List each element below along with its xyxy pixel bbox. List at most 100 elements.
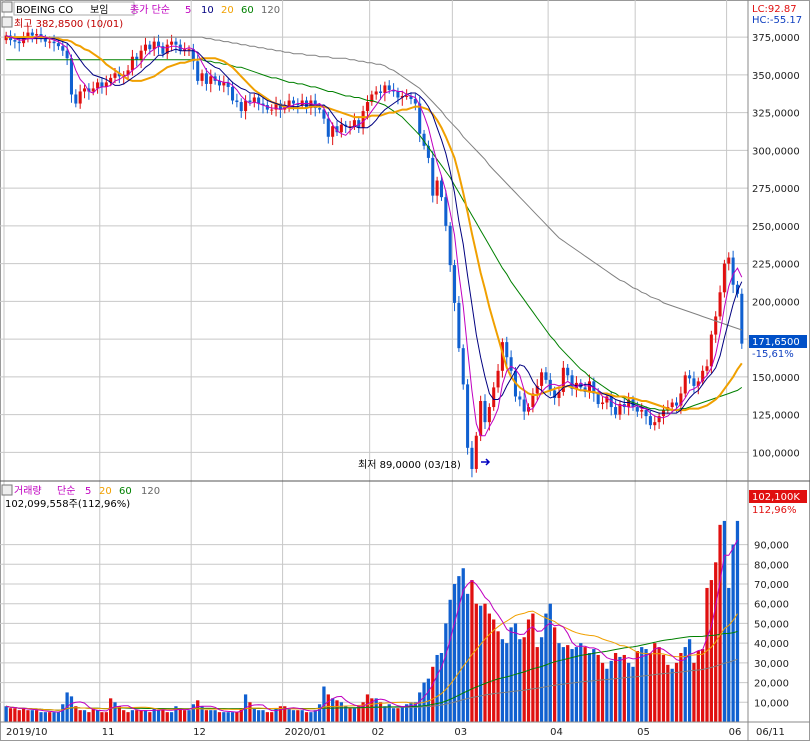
volume-bar <box>122 710 126 722</box>
candle-body <box>30 32 34 36</box>
volume-bar <box>21 708 26 722</box>
candle-body <box>143 44 147 51</box>
volume-bar <box>687 639 692 722</box>
volume-bar <box>317 704 322 722</box>
volume-ma-120: 120 <box>141 486 160 497</box>
volume-bar <box>113 702 117 722</box>
candle-body <box>509 357 513 371</box>
volume-bar <box>261 710 265 722</box>
volume-bar <box>52 712 56 722</box>
volume-bar <box>61 704 65 722</box>
candle-body <box>157 41 161 47</box>
candle-body <box>688 375 692 379</box>
volume-bar <box>479 605 483 722</box>
volume-bar <box>435 654 439 722</box>
volume-bar <box>692 662 696 722</box>
candle-body <box>635 407 639 412</box>
price-y-tick: 350,0000 <box>752 71 800 82</box>
volume-ma-60: 60 <box>119 486 132 497</box>
volume-bar <box>4 706 8 722</box>
volume-bar <box>378 702 383 722</box>
candle-body <box>252 97 256 103</box>
x-tick-label: 02 <box>372 727 385 738</box>
x-tick-label: 06 <box>729 727 742 738</box>
volume-bar <box>270 712 274 722</box>
candle-body <box>244 100 248 112</box>
ma-legend-60: 60 <box>241 5 254 16</box>
volume-bar <box>165 712 169 722</box>
candle-body <box>248 100 252 103</box>
volume-bar <box>17 710 21 722</box>
price-y-tick: 225,0000 <box>752 260 800 271</box>
x-tick-label: 05 <box>637 727 650 738</box>
volume-bar <box>496 631 500 722</box>
candle-body <box>74 94 78 104</box>
volume-bar <box>618 656 622 722</box>
volume-ma-20: 20 <box>99 486 112 497</box>
candle-body <box>448 225 452 266</box>
candle-body <box>52 41 56 44</box>
volume-bar <box>609 660 613 722</box>
volume-bar <box>130 710 135 722</box>
candle-body <box>17 41 21 44</box>
volume-bar <box>139 710 143 722</box>
volume-bar <box>613 653 618 722</box>
volume-bar <box>226 712 230 722</box>
price-y-tick: 275,0000 <box>752 184 800 195</box>
volume-bar <box>505 643 509 722</box>
candle-body <box>361 111 365 128</box>
volume-bar <box>431 666 435 722</box>
volume-bar <box>735 520 740 722</box>
candle-body <box>352 120 356 127</box>
volume-bar <box>30 710 34 722</box>
volume-bar <box>474 603 478 722</box>
ma-legend-120: 120 <box>261 5 280 16</box>
volume-bar <box>91 708 95 722</box>
volume-bar <box>296 710 300 722</box>
view-label[interactable]: 보임 <box>90 3 108 16</box>
volume-bar <box>653 643 657 722</box>
candle-body <box>300 100 304 106</box>
volume-bar <box>500 639 505 722</box>
volume-bar <box>191 704 195 722</box>
volume-bar <box>531 613 535 722</box>
volume-bar <box>43 712 47 722</box>
symbol-select-label[interactable]: BOEING CO <box>16 5 73 16</box>
hc-indicator: HC:-55.17 <box>752 15 802 26</box>
volume-bar <box>300 710 304 722</box>
volume-bar <box>109 698 113 722</box>
candle-body <box>714 316 718 335</box>
candle-body <box>466 384 470 448</box>
candle-body <box>91 88 95 92</box>
volume-bar <box>39 712 43 722</box>
candle-body <box>648 416 652 426</box>
volume-bar <box>492 619 496 722</box>
candle-body <box>374 91 378 95</box>
menu-square-icon-2[interactable] <box>1 16 13 28</box>
volume-y-tick: 40,000 <box>754 639 789 650</box>
candle-body <box>231 86 235 101</box>
volume-bar <box>291 710 296 722</box>
volume-bar <box>657 647 661 722</box>
candle-body <box>387 85 391 90</box>
high-label: 최고 382,8500 (10/01) <box>14 18 123 30</box>
volume-menu-icon[interactable] <box>1 484 13 496</box>
volume-bar <box>544 613 548 722</box>
candle-body <box>453 265 457 303</box>
volume-bar <box>535 647 539 722</box>
volume-bar <box>444 623 448 722</box>
volume-bar <box>357 706 361 722</box>
volume-bar <box>557 643 561 722</box>
ma-legend-5: 5 <box>185 5 191 16</box>
volume-bar <box>126 712 130 722</box>
x-tick-label: 2020/01 <box>285 727 327 738</box>
candle-body <box>653 422 657 426</box>
ma-legend-prefix: 종가 단순 <box>130 4 170 16</box>
volume-bar <box>396 708 400 722</box>
x-tick-label: 12 <box>193 727 206 738</box>
menu-square-icon[interactable] <box>1 1 13 13</box>
volume-bar <box>74 706 78 722</box>
x-tick-label: 04 <box>550 727 563 738</box>
stock-chart[interactable]: 375,0000 350,0000 325,0000 300,0000 275,0000… <box>0 0 810 741</box>
volume-y-tick: 80,000 <box>754 560 789 571</box>
